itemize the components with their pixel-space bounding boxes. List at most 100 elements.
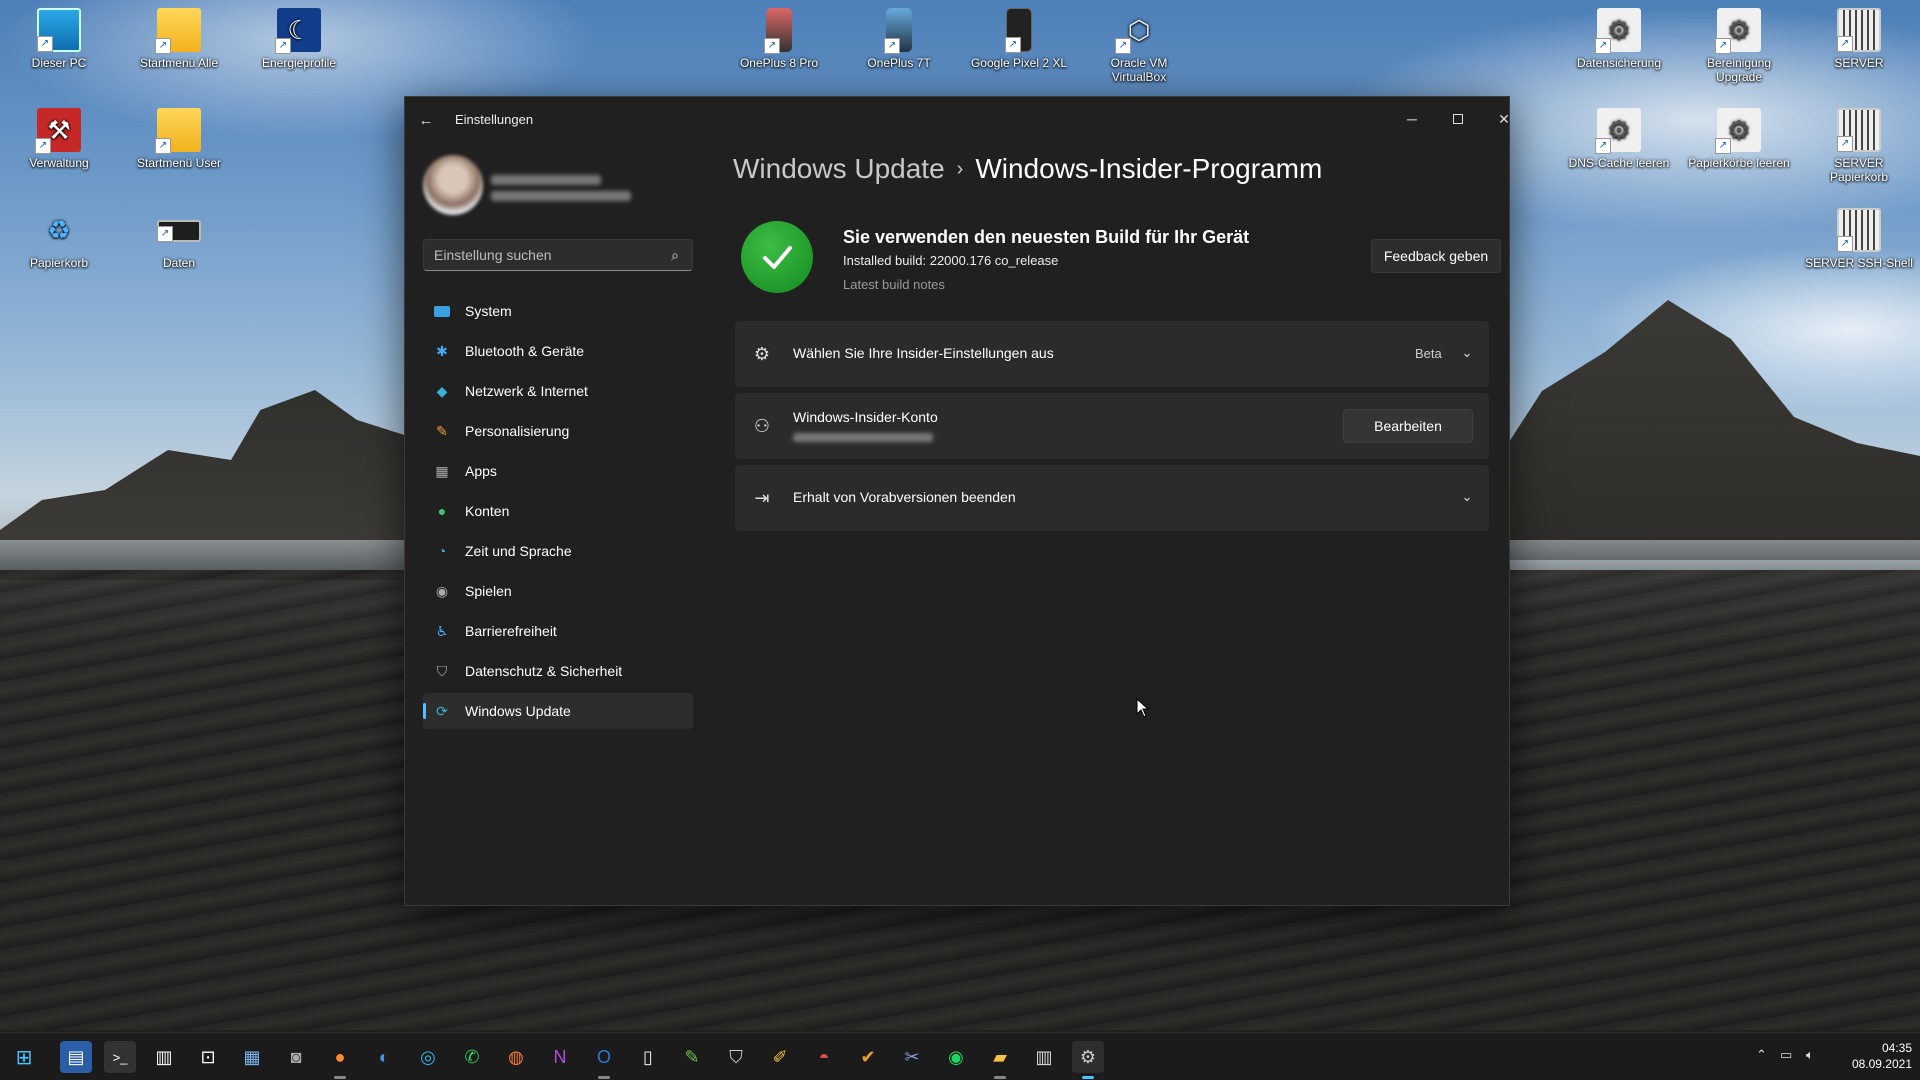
system-clock[interactable]: 04:35 08.09.2021 <box>1832 1040 1912 1072</box>
phone-icon <box>764 8 792 54</box>
start-button[interactable]: ⊞ <box>8 1041 40 1073</box>
sidebar-item-personalization[interactable]: ✎ Personalisierung <box>423 413 693 449</box>
settings-search[interactable]: ⌕ <box>423 239 693 271</box>
edit-button[interactable]: Bearbeiten <box>1343 409 1473 443</box>
desktop-icon-this-pc[interactable]: Dieser PC <box>4 0 114 70</box>
taskbar-app-terminal[interactable]: >_ <box>104 1041 136 1073</box>
insider-settings-card[interactable]: ⚙ Wählen Sie Ihre Insider-Einstellungen … <box>735 321 1489 387</box>
taskbar-app-server[interactable]: ▥ <box>1028 1041 1060 1073</box>
desktop-icon-energy-profiles[interactable]: ☾ Energieprofile <box>244 0 354 70</box>
taskbar-app-notepad[interactable]: ▯ <box>632 1041 664 1073</box>
shield-icon: ⛉ <box>436 662 448 679</box>
taskbar-app-notepadpp[interactable]: ✎ <box>676 1041 708 1073</box>
desktop-icon-admin[interactable]: ⚒ Verwaltung <box>4 100 114 170</box>
clock-time: 04:35 <box>1881 1041 1912 1055</box>
search-icon[interactable]: ⌕ <box>666 246 684 264</box>
desktop-icon-cleanup-upgrade[interactable]: ⚙ Bereinigung Upgrade <box>1684 0 1794 84</box>
taskbar-app-explorer[interactable]: ▰ <box>984 1041 1016 1079</box>
breadcrumb-parent-link[interactable]: Windows Update <box>733 153 945 184</box>
arrow-left-icon: ← <box>418 111 434 129</box>
desktop-icon-virtualbox[interactable]: ⬡ Oracle VM VirtualBox <box>1084 0 1194 85</box>
desktop-icon-dns-flush[interactable]: ⚙ DNS-Cache leeren <box>1564 100 1674 170</box>
desktop-icon-startmenu-all[interactable]: Startmenü Alle <box>124 0 234 70</box>
desktop-icon-label: SERVER Papierkorb <box>1829 156 1889 184</box>
desktop-icon-data[interactable]: Daten <box>124 200 234 270</box>
desktop-icon-oneplus-7t[interactable]: OnePlus 7T <box>844 0 954 70</box>
folder-icon: ▰ <box>993 1046 1007 1067</box>
close-icon: ✕ <box>1498 110 1510 127</box>
sidebar-item-label: System <box>465 303 512 319</box>
app-icon: ✂ <box>904 1046 920 1067</box>
sidebar-item-apps[interactable]: ▦ Apps <box>423 453 693 489</box>
taskbar-app-outlook[interactable]: O <box>588 1041 620 1079</box>
search-input[interactable] <box>434 240 654 270</box>
taskbar-app-11[interactable]: ◓ <box>808 1041 840 1073</box>
close-button[interactable]: ✕ <box>1484 105 1524 133</box>
build-notes-link[interactable]: Latest build notes <box>843 277 945 292</box>
sidebar-item-network[interactable]: ◆ Netzwerk & Internet <box>423 373 693 409</box>
taskbar-app-7[interactable]: ◍ <box>500 1041 532 1073</box>
sidebar-item-bluetooth[interactable]: ✱ Bluetooth & Geräte <box>423 333 693 369</box>
desktop-icon-server-ssh[interactable]: SERVER SSH-Shell <box>1804 200 1914 270</box>
desktop-icon-oneplus-8pro[interactable]: OnePlus 8 Pro <box>724 0 834 70</box>
taskbar-app-keepass[interactable]: ⛉ <box>720 1041 752 1073</box>
desktop-icon-server-bin[interactable]: SERVER Papierkorb <box>1804 100 1914 184</box>
taskbar-app-13[interactable]: ✂ <box>896 1041 928 1073</box>
pen-icon: ✐ <box>772 1046 788 1067</box>
sidebar-item-accounts[interactable]: ● Konten <box>423 493 693 529</box>
volume-icon[interactable]: 🔈︎ <box>1806 1047 1814 1063</box>
taskbar-app-10[interactable]: ✐ <box>764 1041 796 1073</box>
back-button[interactable]: ← <box>415 109 437 131</box>
chevron-down-icon[interactable]: ⌄ <box>1457 487 1477 507</box>
desktop-icon-backup[interactable]: ⚙ Datensicherung <box>1564 0 1674 70</box>
desktop-icon-label: SERVER <box>1834 56 1884 70</box>
taskbar-app-firefox[interactable]: ● <box>324 1041 356 1079</box>
chevron-down-icon[interactable]: ⌄ <box>1457 343 1477 363</box>
taskbar-app-1[interactable]: ▤ <box>60 1041 92 1073</box>
desktop-icon-empty-bins[interactable]: ⚙ Papierkörbe leeren <box>1684 100 1794 170</box>
sidebar-item-accessibility[interactable]: ♿ Barrierefreiheit <box>423 613 693 649</box>
update-status: Sie verwenden den neuesten Build für Ihr… <box>741 221 1501 301</box>
sidebar-item-label: Bluetooth & Geräte <box>465 343 585 359</box>
taskbar-app-camera[interactable]: ◙ <box>280 1041 312 1073</box>
maximize-button[interactable] <box>1438 105 1478 133</box>
sidebar-item-gaming[interactable]: ◉ Spielen <box>423 573 693 609</box>
taskbar-app-settings[interactable]: ⚙ <box>1072 1041 1104 1079</box>
desktop-icon-label: Dieser PC <box>31 56 87 70</box>
taskbar-app-calculator[interactable]: ▦ <box>236 1041 268 1073</box>
sidebar-item-system[interactable]: System <box>423 293 693 329</box>
desktop-icon-server[interactable]: SERVER <box>1804 0 1914 70</box>
chevron-up-icon[interactable]: ⌃ <box>1756 1047 1767 1063</box>
taskbar-app-thunderbird[interactable]: ◐ <box>368 1041 400 1073</box>
insider-channel-value: Beta <box>1415 346 1442 361</box>
desktop-icon-pixel-2xl[interactable]: Google Pixel 2 XL <box>964 0 1074 70</box>
taskbar-app-12[interactable]: ✔ <box>852 1041 884 1073</box>
windows-logo-icon: ⊞ <box>15 1046 33 1069</box>
whatsapp-icon: ✆ <box>464 1046 480 1067</box>
maximize-icon <box>1453 114 1463 124</box>
title-bar[interactable]: ← Einstellungen ─ ✕ <box>405 97 1510 143</box>
store-icon: ⊡ <box>200 1046 216 1067</box>
user-profile[interactable] <box>423 155 643 219</box>
sidebar-item-label: Barrierefreiheit <box>465 623 557 639</box>
apps-icon: ▦ <box>435 462 449 479</box>
taskbar-app-edge[interactable]: ◎ <box>412 1041 444 1073</box>
sidebar-item-time-language[interactable]: ◔ Zeit und Sprache <box>423 533 693 569</box>
sidebar-item-privacy[interactable]: ⛉ Datenschutz & Sicherheit <box>423 653 693 689</box>
feedback-button[interactable]: Feedback geben <box>1371 239 1501 273</box>
minimize-button[interactable]: ─ <box>1392 105 1432 133</box>
onenote-icon: N <box>553 1046 567 1067</box>
network-icon[interactable]: ▭ <box>1780 1047 1792 1063</box>
installed-build: Installed build: 22000.176 co_release <box>843 253 1059 268</box>
taskbar-app-store[interactable]: ⊡ <box>192 1041 224 1073</box>
calculator-icon: ▦ <box>243 1046 261 1067</box>
taskbar-app-3[interactable]: ▥ <box>148 1041 180 1073</box>
stop-previews-card[interactable]: ⇥ Erhalt von Vorabversionen beenden ⌄ <box>735 465 1489 531</box>
profile-name-redacted <box>491 175 601 185</box>
taskbar-app-spotify[interactable]: ◉ <box>940 1041 972 1073</box>
taskbar-app-whatsapp[interactable]: ✆ <box>456 1041 488 1073</box>
desktop-icon-recycle-bin[interactable]: ♻ Papierkorb <box>4 200 114 271</box>
desktop-icon-startmenu-user[interactable]: Startmenü User <box>124 100 234 170</box>
sidebar-item-windows-update[interactable]: ⟳ Windows Update <box>423 693 693 729</box>
taskbar-app-onenote[interactable]: N <box>544 1041 576 1073</box>
